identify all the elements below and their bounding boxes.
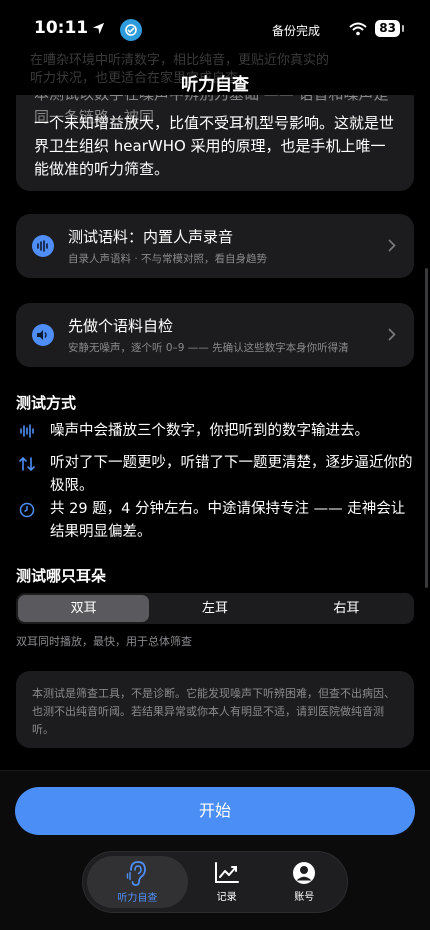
corpus-row-text: 测试语料：内置人声录音 自录人声语料 · 不与常模对照，看自身趋势: [68, 226, 388, 266]
tab-label: 听力自查: [117, 893, 158, 904]
speaker-icon: [32, 324, 54, 346]
corpus-selfcheck-row[interactable]: 先做个语料自检 安静无噪声，逐个听 0–9 —— 先确认这些数字本身你听得清: [16, 303, 414, 367]
selfcheck-row-subtitle: 安静无噪声，逐个听 0–9 —— 先确认这些数字本身你听得清: [68, 342, 349, 354]
chevron-right-icon: [388, 326, 398, 345]
scrollbar[interactable]: [425, 268, 428, 588]
tab-label: 账号: [294, 892, 315, 903]
chart-line-icon: [214, 862, 239, 883]
ear-option-both[interactable]: 双耳: [18, 595, 150, 622]
corpus-setting-row[interactable]: 测试语料：内置人声录音 自录人声语料 · 不与常模对照，看自身趋势: [16, 214, 414, 278]
tab-account[interactable]: 账号: [265, 856, 343, 908]
ear-option-note: 双耳同时播放，最快，用于总体筛查: [16, 635, 192, 648]
disclaimer-text: 本测试是筛查工具，不是诊断。它能发现噪声下听辨困难，但查不出病因、也测不出纯音听…: [32, 687, 395, 736]
backup-app-icon: [120, 19, 142, 41]
ear-option-right[interactable]: 右耳: [281, 595, 412, 622]
intro-card: 本测试以数字在噪声中辨别为基础 —— 语音和噪声是同一条链路，被同 一个未知增益…: [16, 95, 414, 191]
ear-segmented-control: 双耳 左耳 右耳: [16, 593, 414, 624]
status-right: 83: [349, 20, 404, 37]
corpus-row-title: 测试语料：内置人声录音: [68, 228, 234, 246]
ear-icon: [127, 861, 147, 886]
dynamic-island[interactable]: 备份完成: [112, 11, 330, 49]
ear-option-left[interactable]: 左耳: [149, 595, 280, 622]
ear-section-title: 测试哪只耳朵: [16, 567, 107, 585]
ghost-line: 在嘈杂环境中听清数字，相比纯音，更贴近你真实的: [30, 53, 330, 68]
corpus-row-subtitle: 自录人声语料 · 不与常模对照，看自身趋势: [68, 253, 268, 265]
method-text: 听对了下一题更吵，听错了下一题更清楚，逐步逼近你的极限。: [50, 455, 413, 494]
selfcheck-row-text: 先做个语料自检 安静无噪声，逐个听 0–9 —— 先确认这些数字本身你听得清: [68, 315, 388, 355]
method-item: 听对了下一题更吵，听错了下一题更清楚，逐步逼近你的极限。: [16, 452, 414, 498]
tab-label: 记录: [216, 892, 237, 903]
location-arrow-icon: [93, 22, 105, 34]
tab-records[interactable]: 记录: [188, 856, 266, 908]
waveform-icon: [32, 235, 54, 257]
start-button[interactable]: 开始: [15, 787, 415, 835]
chevron-right-icon: [388, 237, 398, 256]
person-icon: [293, 862, 316, 884]
method-item: 噪声中会播放三个数字，你把听到的数字输进去。: [16, 420, 414, 443]
method-item: 共 29 题，4 分钟左右。中途请保持专注 —— 走神会让结果明显偏差。: [16, 498, 414, 544]
status-time-text: 10:11: [34, 18, 89, 38]
intro-text: 一个未知增益放大，比值不受耳机型号影响。这就是世界卫生组织 hearWHO 采用…: [34, 114, 395, 178]
status-bar: 10:11 备份完成 83: [0, 0, 430, 58]
selfcheck-row-title: 先做个语料自检: [68, 317, 174, 335]
tab-bar: 听力自查 记录 账号: [82, 851, 348, 913]
up-down-arrows-icon: [16, 452, 38, 498]
method-text: 噪声中会播放三个数字，你把听到的数字输进去。: [50, 423, 369, 439]
method-section-title: 测试方式: [16, 394, 77, 412]
battery-indicator: 83: [375, 20, 404, 37]
disclaimer-card: 本测试是筛查工具，不是诊断。它能发现噪声下听辨困难，但查不出病因、也测不出纯音听…: [16, 671, 414, 748]
method-text: 共 29 题，4 分钟左右。中途请保持专注 —— 走神会让结果明显偏差。: [50, 501, 406, 540]
wifi-icon: [349, 22, 367, 35]
clock-icon: [16, 498, 38, 544]
island-status-text: 备份完成: [271, 23, 320, 38]
page-title: 听力自查: [181, 75, 249, 95]
status-time: 10:11: [34, 18, 105, 38]
waveform-icon: [16, 420, 38, 443]
tab-hearing-check[interactable]: 听力自查: [87, 856, 188, 908]
